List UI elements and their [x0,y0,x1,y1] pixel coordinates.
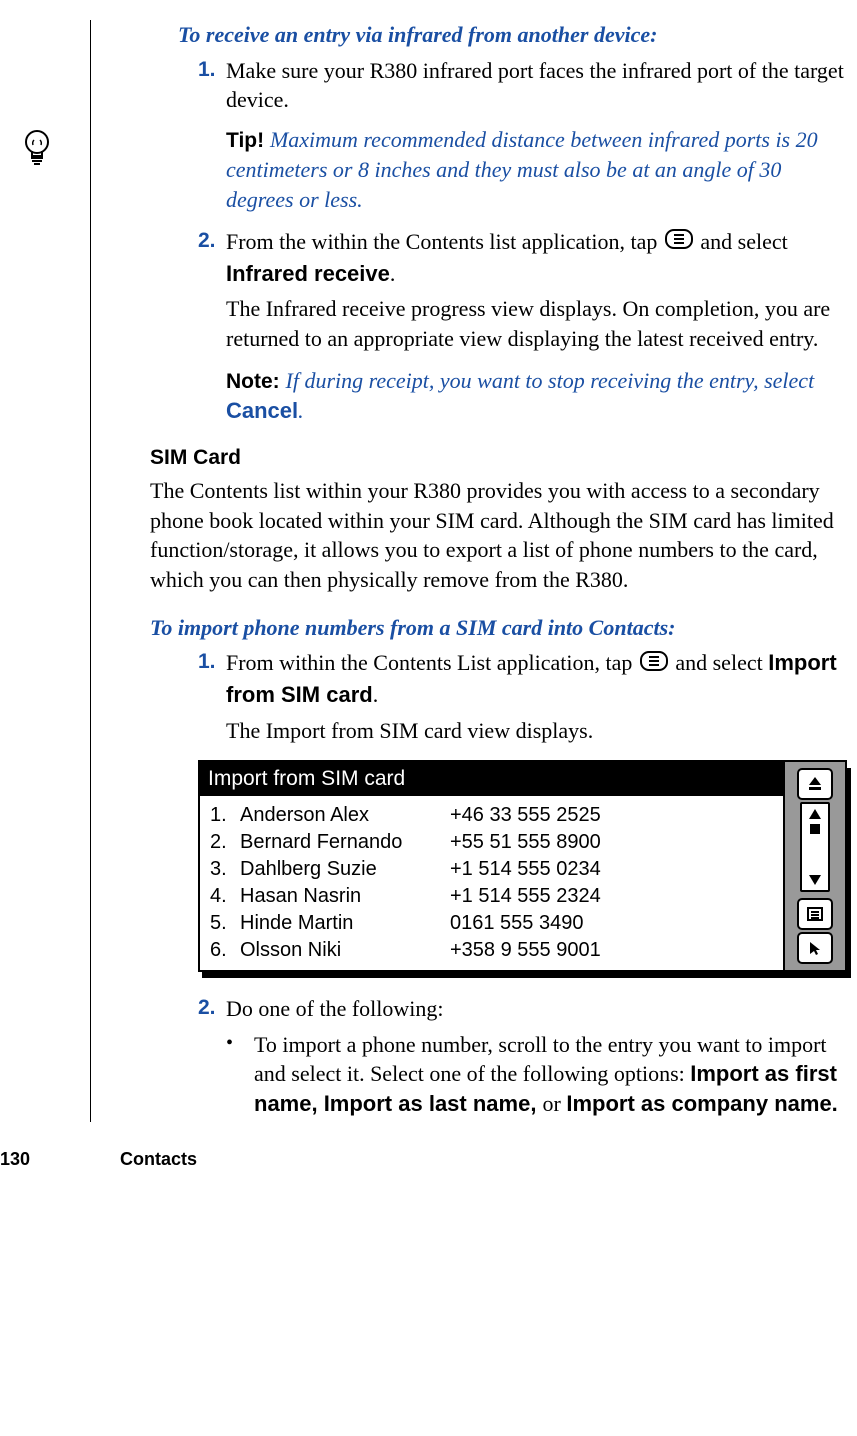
menu-icon [665,227,693,257]
sim-import-list[interactable]: 1.Anderson Alex+46 33 555 2525 2.Bernard… [200,796,783,970]
sim-import-title: Import from SIM card [200,762,783,796]
tip-text: Maximum recommended distance between inf… [226,127,818,212]
list-item: 5.Hinde Martin0161 555 3490 [210,910,773,937]
step-number-2: 2. [198,227,226,288]
step-number-1: 1. [198,56,226,115]
receive-step2: From the within the Contents list applic… [226,227,847,288]
import-subtext: The Import from SIM card view displays. [226,716,847,746]
bullet-dot: • [226,1030,254,1119]
menu-button[interactable] [797,898,833,930]
scroll-down-icon [808,874,822,886]
sim-card-paragraph: The Contents list within your R380 provi… [150,476,847,595]
vertical-rule [90,20,91,1122]
scroll-top-button[interactable] [797,768,833,800]
note-label: Note: [226,370,286,393]
receive-subtext: The Infrared receive progress view displ… [226,294,847,353]
scroll-up-icon [808,808,822,820]
tip-label: Tip! [226,129,270,152]
list-item: 4.Hasan Nasrin+1 514 555 2324 [210,883,773,910]
list-item: 6.Olsson Niki+358 9 555 9001 [210,937,773,964]
page-number: 130 [0,1149,30,1170]
import-step-number-1: 1. [198,648,226,709]
import-bullet: To import a phone number, scroll to the … [254,1030,847,1119]
tip-callout: Tip! Maximum recommended distance betwee… [226,125,847,215]
receive-heading: To receive an entry via infrared from an… [178,20,847,50]
note-callout: Note: If during receipt, you want to sto… [226,366,847,426]
scrollbar[interactable] [800,802,830,892]
import-heading: To import phone numbers from a SIM card … [150,613,847,643]
menu-icon [640,649,668,679]
section-name: Contacts [120,1149,197,1170]
scroll-thumb-icon [810,824,820,834]
sim-import-screenshot: Import from SIM card 1.Anderson Alex+46 … [198,760,847,972]
import-step1: From within the Contents List applicatio… [226,648,847,709]
list-item: 3.Dahlberg Suzie+1 514 555 0234 [210,856,773,883]
cursor-button[interactable] [797,932,833,964]
list-item: 1.Anderson Alex+46 33 555 2525 [210,802,773,829]
list-item: 2.Bernard Fernando+55 51 555 8900 [210,829,773,856]
import-step2: Do one of the following: [226,994,847,1024]
sim-card-title: SIM Card [150,444,847,472]
lightbulb-icon [18,128,56,177]
receive-step1: Make sure your R380 infrared port faces … [226,56,847,115]
import-step-number-2: 2. [198,994,226,1024]
